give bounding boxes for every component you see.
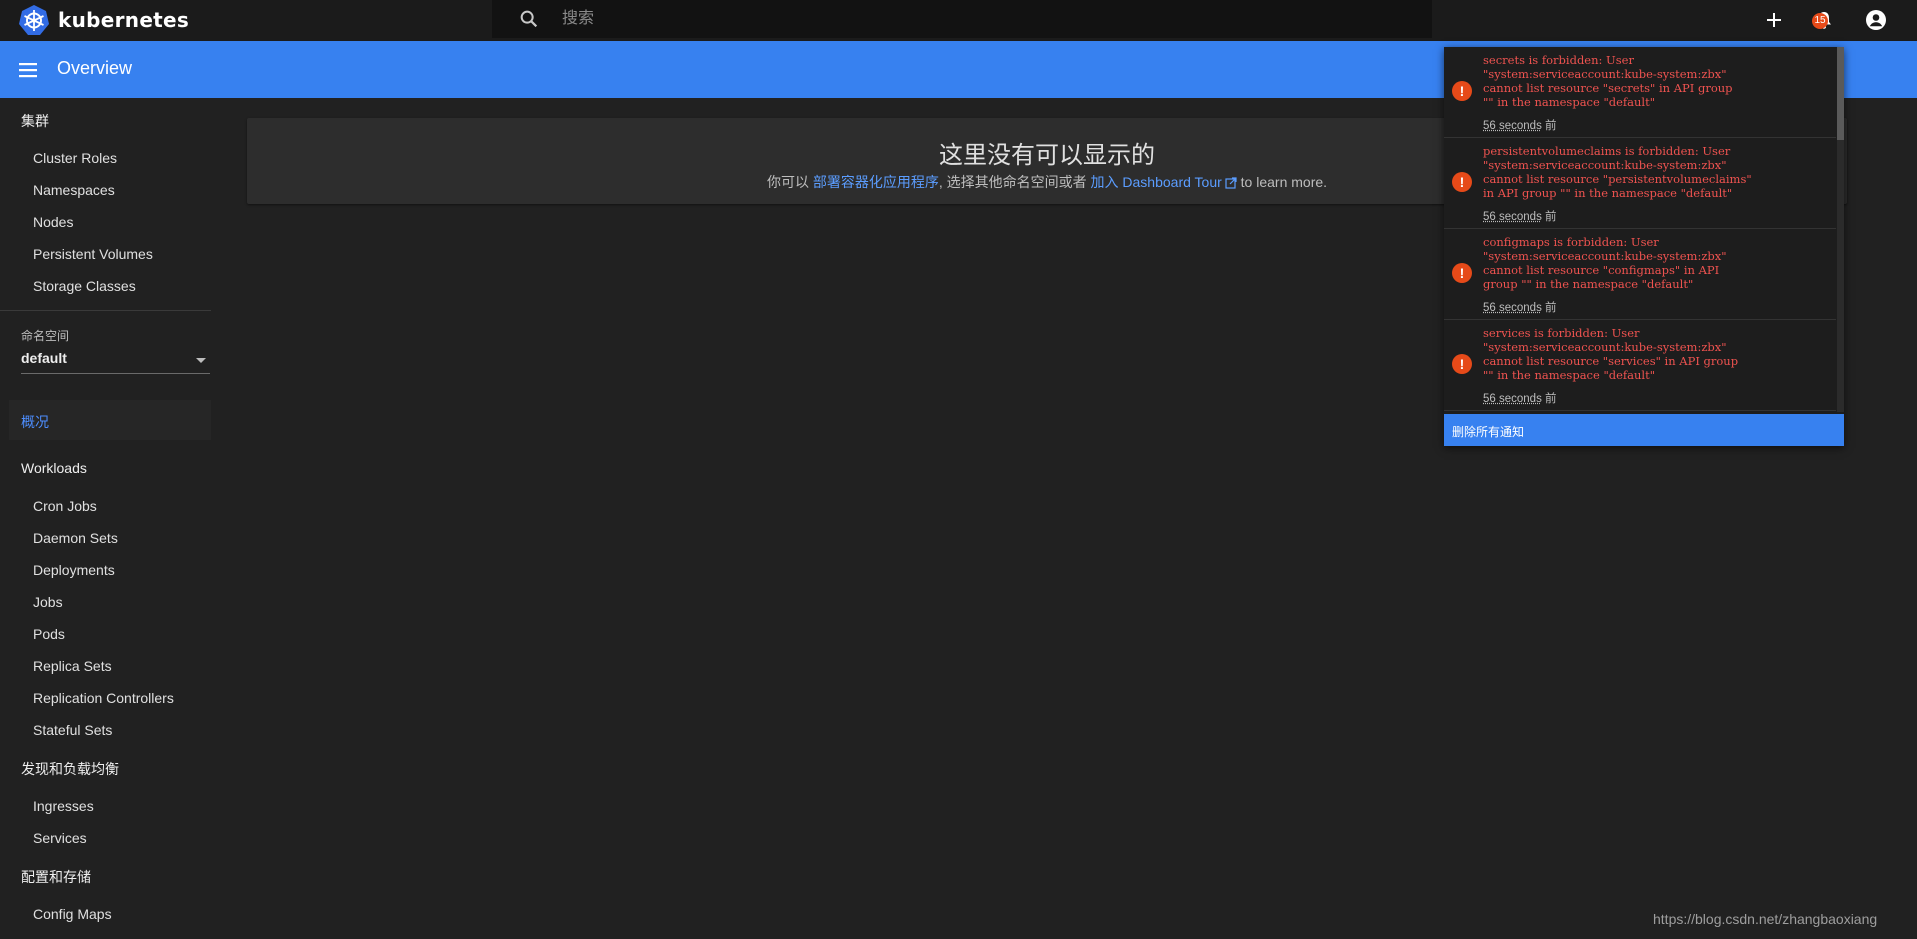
notification-time-suffix: 前 <box>1545 120 1557 132</box>
sidebar-section-discovery[interactable]: 发现和负载均衡 <box>21 759 119 779</box>
notification-time-suffix: 前 <box>1545 393 1557 405</box>
sidebar-item-pods[interactable]: Pods <box>33 626 65 642</box>
sidebar-item-namespaces[interactable]: Namespaces <box>33 182 115 198</box>
kubernetes-logo-icon <box>19 5 49 35</box>
app-logo[interactable]: kubernetes <box>18 3 189 37</box>
clear-all-notifications-button[interactable]: 删除所有通知 <box>1444 414 1844 446</box>
app-name: kubernetes <box>58 8 190 32</box>
sidebar-item-overview[interactable]: 概况 <box>9 400 211 440</box>
sidebar-item-services[interactable]: Services <box>33 830 87 846</box>
create-button[interactable] <box>1760 6 1788 34</box>
notification-time: 56 seconds 前 <box>1483 117 1557 133</box>
notification-time-value: 56 seconds <box>1483 120 1542 132</box>
notification-item[interactable]: ! secrets is forbidden: User "system:ser… <box>1444 47 1836 138</box>
account-icon <box>1866 10 1886 30</box>
error-icon: ! <box>1452 172 1472 192</box>
sidebar-divider <box>0 310 211 311</box>
sidebar-item-cron-jobs[interactable]: Cron Jobs <box>33 498 97 514</box>
account-button[interactable] <box>1862 6 1890 34</box>
notification-message: persistentvolumeclaims is forbidden: Use… <box>1483 144 1752 200</box>
sidebar-item-storage-classes[interactable]: Storage Classes <box>33 278 136 294</box>
notifications-panel: ! secrets is forbidden: User "system:ser… <box>1444 47 1844 446</box>
dashboard-tour-link-label: 加入 Dashboard Tour <box>1090 174 1222 190</box>
notification-message: secrets is forbidden: User "system:servi… <box>1483 53 1733 109</box>
sidebar-item-cluster-roles[interactable]: Cluster Roles <box>33 150 117 166</box>
notification-message: services is forbidden: User "system:serv… <box>1483 326 1739 382</box>
menu-icon[interactable] <box>18 59 40 81</box>
sidebar-section-config-storage[interactable]: 配置和存储 <box>21 867 91 887</box>
sidebar-item-config-maps[interactable]: Config Maps <box>33 906 112 922</box>
sidebar-item-replica-sets[interactable]: Replica Sets <box>33 658 112 674</box>
sidebar-item-ingresses[interactable]: Ingresses <box>33 798 94 814</box>
page-title: Overview <box>57 58 133 78</box>
notification-time-value: 56 seconds <box>1483 302 1542 314</box>
notification-time: 56 seconds 前 <box>1483 390 1557 406</box>
notification-item[interactable]: ! persistentvolumeclaims is forbidden: U… <box>1444 138 1836 229</box>
sidebar-item-nodes[interactable]: Nodes <box>33 214 73 230</box>
sidebar-section-cluster[interactable]: 集群 <box>21 111 49 131</box>
sidebar-item-jobs[interactable]: Jobs <box>33 594 63 610</box>
namespace-label: 命名空间 <box>21 329 70 343</box>
sidebar-item-overview-label: 概况 <box>21 414 49 430</box>
chevron-down-icon <box>196 358 206 363</box>
notification-message: configmaps is forbidden: User "system:se… <box>1483 235 1727 291</box>
sidebar-item-daemon-sets[interactable]: Daemon Sets <box>33 530 118 546</box>
notification-time: 56 seconds 前 <box>1483 299 1557 315</box>
sidebar-item-stateful-sets[interactable]: Stateful Sets <box>33 722 112 738</box>
search-icon[interactable] <box>518 8 540 30</box>
notification-time-suffix: 前 <box>1545 211 1557 223</box>
notification-time-value: 56 seconds <box>1483 393 1542 405</box>
clear-all-notifications-label: 删除所有通知 <box>1452 425 1525 439</box>
notification-item[interactable]: ! configmaps is forbidden: User "system:… <box>1444 229 1836 320</box>
error-icon: ! <box>1452 354 1472 374</box>
external-link-icon <box>1225 177 1237 189</box>
empty-state-middle: , 选择其他命名空间或者 <box>938 174 1087 190</box>
sidebar-item-persistent-volumes[interactable]: Persistent Volumes <box>33 246 153 262</box>
deploy-app-link[interactable]: 部署容器化应用程序 <box>813 174 939 190</box>
sidebar-section-workloads[interactable]: Workloads <box>21 460 87 476</box>
notifications-scrollbar-thumb[interactable] <box>1837 47 1844 140</box>
dashboard-tour-link[interactable]: 加入 Dashboard Tour <box>1091 174 1237 190</box>
empty-state-suffix: to learn more. <box>1240 174 1328 190</box>
sidebar-item-replication-controllers[interactable]: Replication Controllers <box>33 690 174 706</box>
namespace-value: default <box>21 350 67 366</box>
plus-icon <box>1767 13 1781 27</box>
sidebar-item-deployments[interactable]: Deployments <box>33 562 115 578</box>
namespace-select[interactable]: default <box>21 347 210 374</box>
error-icon: ! <box>1452 81 1472 101</box>
sidebar-nav: 集群 Cluster Roles Namespaces Nodes Persis… <box>0 98 213 939</box>
notification-count-badge: 15 <box>1812 13 1828 29</box>
notification-time-suffix: 前 <box>1545 302 1557 314</box>
empty-state-prefix: 你可以 <box>766 174 809 190</box>
watermark: https://blog.csdn.net/zhangbaoxiang <box>1653 911 1878 927</box>
search-input[interactable] <box>560 9 1364 29</box>
top-bar: kubernetes 15 <box>0 0 1917 41</box>
notification-time-value: 56 seconds <box>1483 211 1542 223</box>
notification-time: 56 seconds 前 <box>1483 208 1557 224</box>
search-bar <box>492 0 1432 38</box>
error-icon: ! <box>1452 263 1472 283</box>
notification-item[interactable]: ! services is forbidden: User "system:se… <box>1444 320 1836 411</box>
